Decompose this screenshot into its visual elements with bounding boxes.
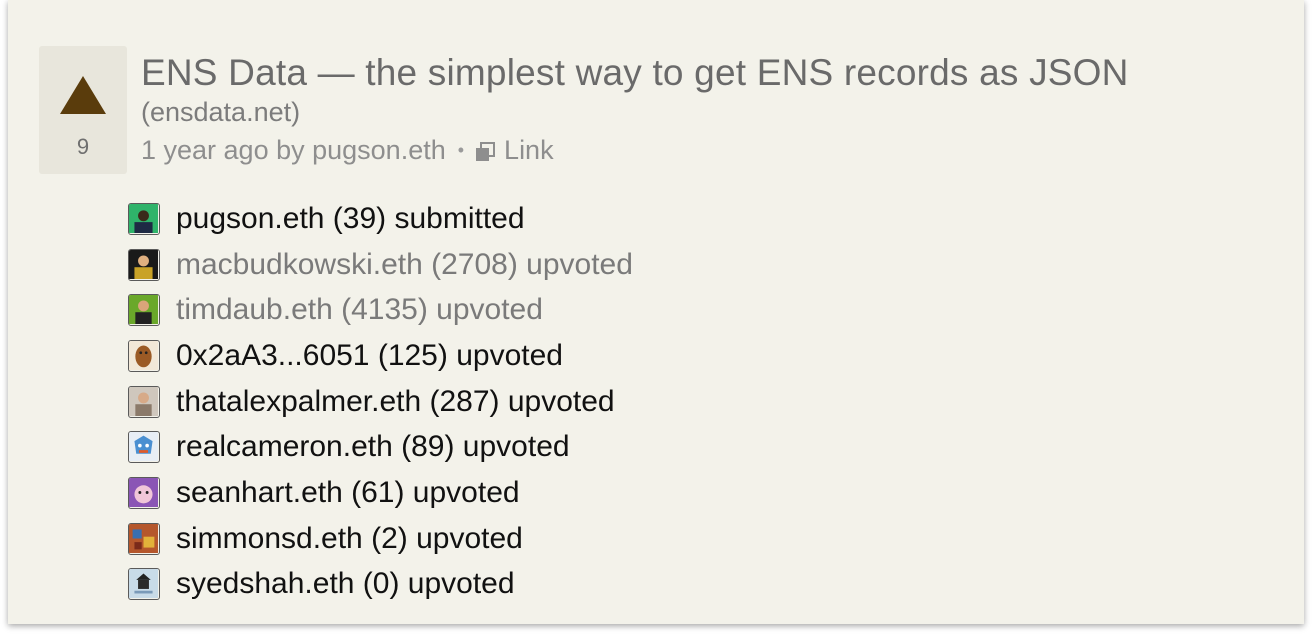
- avatar[interactable]: [128, 476, 160, 509]
- avatar[interactable]: [128, 522, 160, 555]
- activity-item: realcameron.eth (89) upvoted: [128, 424, 633, 470]
- activity-item: timdaub.eth (4135) upvoted: [128, 287, 633, 333]
- story-domain[interactable]: (ensdata.net): [141, 97, 300, 128]
- vote-count: 9: [76, 134, 90, 159]
- upvote-arrow-icon: [60, 76, 106, 114]
- avatar[interactable]: [128, 568, 160, 601]
- activity-item: syedshah.eth (0) upvoted: [128, 562, 633, 608]
- activity-item: 0x2aA3...6051 (125) upvoted: [128, 333, 633, 379]
- activity-text[interactable]: macbudkowski.eth (2708) upvoted: [176, 248, 633, 282]
- activity-text[interactable]: timdaub.eth (4135) upvoted: [176, 293, 543, 327]
- activity-item: seanhart.eth (61) upvoted: [128, 470, 633, 516]
- meta-separator: •: [457, 140, 465, 160]
- activity-text[interactable]: seanhart.eth (61) upvoted: [176, 476, 520, 510]
- link-icon[interactable]: [474, 141, 496, 163]
- activity-list: pugson.eth (39) submitted macbudkowski.et…: [128, 196, 633, 607]
- link-label[interactable]: Link: [504, 135, 554, 166]
- avatar[interactable]: [128, 339, 160, 372]
- activity-text[interactable]: syedshah.eth (0) upvoted: [176, 567, 515, 601]
- avatar[interactable]: [128, 248, 160, 281]
- story-meta: 1 year ago by pugson.eth • Link: [141, 135, 554, 166]
- activity-text[interactable]: 0x2aA3...6051 (125) upvoted: [176, 339, 563, 373]
- avatar[interactable]: [128, 431, 160, 464]
- activity-text[interactable]: thatalexpalmer.eth (287) upvoted: [176, 385, 615, 419]
- activity-item: macbudkowski.eth (2708) upvoted: [128, 242, 633, 288]
- activity-text[interactable]: pugson.eth (39) submitted: [176, 202, 525, 236]
- activity-text[interactable]: simmonsd.eth (2) upvoted: [176, 522, 523, 556]
- activity-item: simmonsd.eth (2) upvoted: [128, 516, 633, 562]
- avatar[interactable]: [128, 385, 160, 418]
- activity-item: thatalexpalmer.eth (287) upvoted: [128, 379, 633, 425]
- avatar[interactable]: [128, 202, 160, 235]
- story-card: 9 ENS Data — the simplest way to get ENS…: [8, 0, 1304, 624]
- upvote-button[interactable]: 9: [39, 46, 127, 174]
- meta-text[interactable]: 1 year ago by pugson.eth: [141, 135, 446, 166]
- story-title[interactable]: ENS Data — the simplest way to get ENS r…: [141, 52, 1129, 94]
- avatar[interactable]: [128, 294, 160, 327]
- activity-text[interactable]: realcameron.eth (89) upvoted: [176, 430, 570, 464]
- activity-item: pugson.eth (39) submitted: [128, 196, 633, 242]
